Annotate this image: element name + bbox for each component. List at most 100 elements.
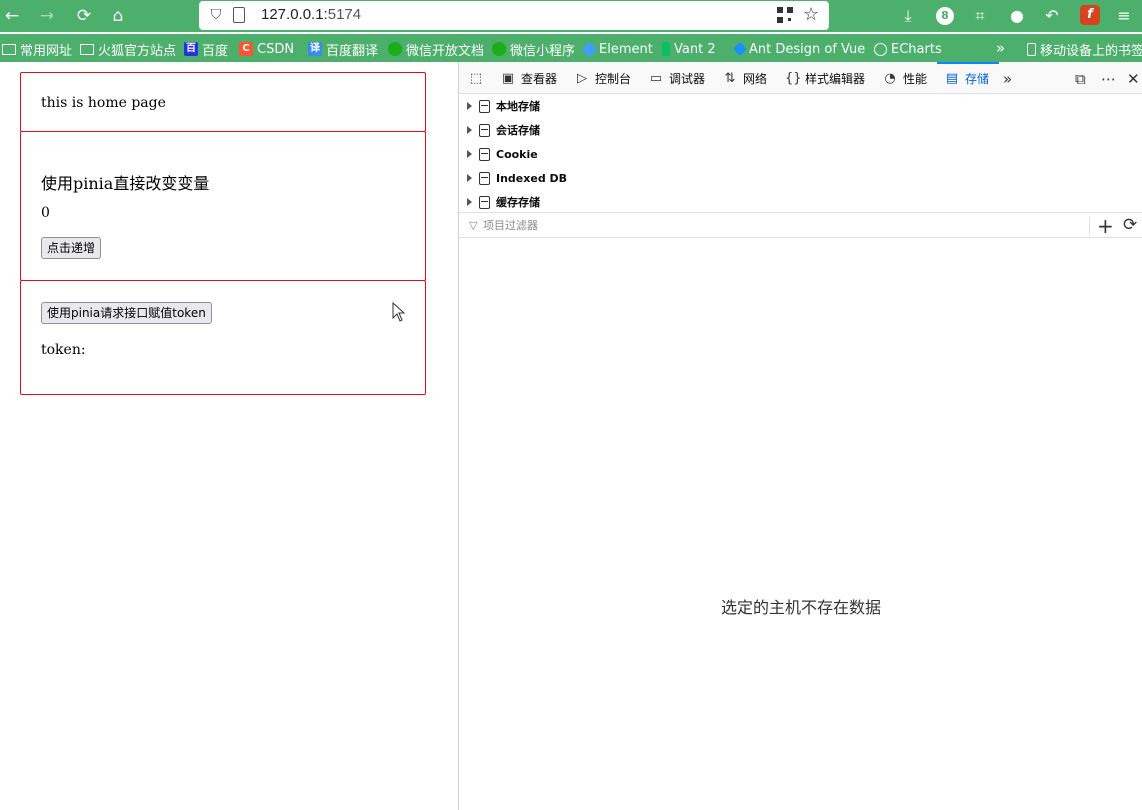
dock-icon[interactable]: ⧉	[1075, 70, 1086, 88]
close-icon[interactable]: ✕	[1127, 70, 1140, 88]
extension-badge[interactable]: 8	[936, 7, 954, 25]
tab-style-editor[interactable]: {} 样式编辑器	[785, 62, 865, 94]
back-arrow-icon[interactable]: ←	[0, 4, 24, 28]
mobile-icon	[1027, 42, 1036, 56]
tree-item-indexed-db[interactable]: Indexed DB	[467, 168, 567, 188]
translate-icon: 译	[308, 42, 322, 56]
filter-icon: ▽	[469, 219, 478, 232]
bookmark-item[interactable]: 火狐官方站点	[80, 40, 176, 59]
console-icon: ▷	[577, 70, 587, 86]
expand-triangle-icon[interactable]	[467, 150, 472, 158]
tree-item-local-storage[interactable]: 本地存储	[467, 96, 540, 116]
mouse-cursor-icon	[392, 302, 406, 322]
crop-icon[interactable]: ⌗	[968, 4, 992, 28]
bookmark-item[interactable]: 微信开放文档	[388, 40, 484, 59]
bookmark-item[interactable]: ECharts	[874, 40, 942, 58]
style-editor-icon: {}	[785, 70, 802, 86]
storage-db-icon	[479, 195, 490, 209]
tab-network[interactable]: ⇅ 网络	[723, 62, 767, 94]
globe-icon	[874, 42, 887, 56]
inspector-icon: ▣	[501, 70, 515, 86]
overflow-menu-icon[interactable]: ⋯	[1101, 70, 1116, 88]
pinia-heading: 使用pinia直接改变变量	[41, 174, 210, 193]
expand-triangle-icon[interactable]	[467, 198, 472, 206]
browser-toolbar: ← → ⟳ ⌂ ⛉ 127.0.0.1:5174 ☆ ⤓ 8 ⌗ ● ↶ f ≡	[0, 0, 1142, 32]
bookmark-item[interactable]: C CSDN	[239, 40, 294, 58]
tab-console[interactable]: ▷ 控制台	[575, 62, 631, 94]
home-text: this is home page	[41, 95, 166, 111]
expand-triangle-icon[interactable]	[467, 174, 472, 182]
vant-icon	[662, 42, 670, 56]
expand-triangle-icon[interactable]	[467, 126, 472, 134]
csdn-icon: C	[239, 42, 253, 56]
ant-design-icon	[732, 41, 748, 57]
count-value: 0	[41, 205, 50, 221]
pick-element-icon: ⬚	[469, 70, 483, 86]
expand-triangle-icon[interactable]	[467, 102, 472, 110]
mobile-bookmarks[interactable]: 移动设备上的书签	[1027, 40, 1142, 59]
qr-code-icon[interactable]	[777, 7, 793, 23]
more-bookmarks-chevron-icon[interactable]: »	[996, 39, 1005, 57]
increment-button[interactable]: 点击递增	[41, 237, 102, 259]
bookmarks-bar: 常用网址 火狐官方站点 百百度 C CSDN 译百度翻译 微信开放文档 微信小程序…	[0, 34, 1142, 62]
tab-debugger[interactable]: ▭ 调试器	[649, 62, 705, 94]
storage-icon: ▤	[945, 70, 959, 86]
folder-icon	[2, 43, 16, 55]
wechat-icon	[492, 42, 506, 56]
bookmark-item[interactable]: 译百度翻译	[308, 40, 378, 59]
chat-icon[interactable]: ●	[1005, 4, 1029, 28]
baidu-icon: 百	[184, 42, 198, 56]
filter-input[interactable]	[483, 218, 1083, 232]
reload-icon[interactable]: ⟳	[72, 4, 96, 28]
network-icon: ⇅	[724, 70, 736, 86]
active-tab-indicator	[937, 62, 999, 64]
add-item-plus-icon[interactable]: +	[1097, 214, 1114, 238]
empty-message: 选定的主机不存在数据	[720, 598, 881, 617]
counter-section: 使用pinia直接改变变量 0 点击递增	[20, 131, 426, 281]
menu-icon[interactable]: ≡	[1112, 4, 1136, 28]
bookmark-star-icon[interactable]: ☆	[803, 4, 819, 25]
more-tools-chevron-icon[interactable]: »	[1003, 70, 1012, 88]
performance-icon: ◔	[884, 70, 896, 86]
shield-icon[interactable]: ⛉	[207, 6, 225, 24]
wechat-icon	[388, 42, 402, 56]
tree-item-cache-storage[interactable]: 缓存存储	[467, 192, 540, 212]
home-icon[interactable]: ⌂	[106, 4, 130, 28]
element-icon	[581, 41, 598, 57]
devtools-tabbar: ⬚ ▣ 查看器 ▷ 控制台 ▭ 调试器 ⇅ 网络 {} 样式编辑器 ◔ 性能 ▤ 存储 » ⧉…	[459, 62, 1142, 94]
storage-db-icon	[479, 123, 490, 137]
flash-extension-icon[interactable]: f	[1080, 5, 1100, 25]
token-section: 使用pinia请求接口赋值token token:	[20, 280, 426, 395]
tab-storage[interactable]: ▤ 存储	[945, 62, 989, 94]
filter-bar: ▽ + ⟳	[459, 212, 1142, 238]
web-page: this is home page 使用pinia直接改变变量 0 点击递增 使…	[0, 62, 458, 810]
tree-item-session-storage[interactable]: 会话存储	[467, 120, 540, 140]
request-token-button[interactable]: 使用pinia请求接口赋值token	[41, 302, 212, 324]
download-icon[interactable]: ⤓	[896, 4, 920, 28]
url-text[interactable]: 127.0.0.1:5174	[261, 6, 361, 23]
page-icon	[233, 7, 245, 23]
bookmark-item[interactable]: Element	[581, 40, 653, 58]
bookmark-item[interactable]: Vant 2	[662, 40, 716, 58]
undo-icon[interactable]: ↶	[1040, 4, 1064, 28]
storage-db-icon	[479, 171, 490, 185]
tab-pick-element[interactable]: ⬚	[469, 62, 489, 94]
bookmark-item[interactable]: 常用网址	[2, 40, 72, 59]
storage-db-icon	[479, 147, 490, 161]
tab-performance[interactable]: ◔ 性能	[883, 62, 927, 94]
devtools-panel: ⬚ ▣ 查看器 ▷ 控制台 ▭ 调试器 ⇅ 网络 {} 样式编辑器 ◔ 性能 ▤ 存储 » ⧉…	[458, 62, 1142, 810]
token-label: token:	[41, 342, 86, 358]
forward-arrow-icon[interactable]: →	[35, 4, 59, 28]
url-bar[interactable]: ⛉ 127.0.0.1:5174 ☆	[199, 1, 829, 30]
refresh-icon[interactable]: ⟳	[1123, 215, 1137, 235]
debugger-icon: ▭	[649, 70, 663, 86]
storage-db-icon	[479, 99, 490, 113]
bookmark-item[interactable]: Ant Design of Vue	[732, 40, 865, 58]
tree-item-cookie[interactable]: Cookie	[467, 144, 538, 164]
divider	[1089, 217, 1090, 235]
bookmark-item[interactable]: 百百度	[184, 40, 228, 59]
bookmark-item[interactable]: 微信小程序	[492, 40, 575, 59]
tab-inspector[interactable]: ▣ 查看器	[501, 62, 557, 94]
home-section: this is home page	[20, 72, 426, 132]
folder-icon	[80, 43, 94, 55]
